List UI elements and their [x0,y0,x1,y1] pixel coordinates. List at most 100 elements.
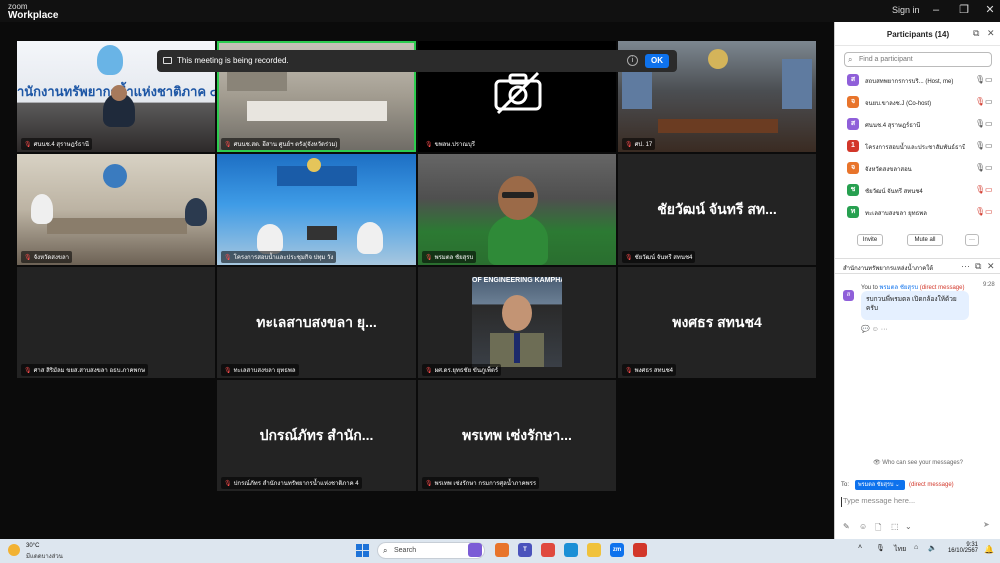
mic-icon[interactable]: 🎙 [876,544,885,552]
participant-name: จนยบ.ขาลงช.J (Co-host) [865,101,932,107]
zoom-app-icon[interactable]: zm [610,543,624,557]
avatar: 1 [847,140,859,152]
mic-muted-icon: 🎙 [625,368,633,374]
participant-row[interactable]: ส ศนนช.4 สุราษฎร์ธานี 🎙 ▭ [843,114,995,134]
who-can-see-link[interactable]: 👁 Who can see your messages? [835,459,1000,466]
mic-muted-icon: 🎙 [425,368,433,374]
side-panel: Participants (14) ⧉ ✕ ⌕ Find a participa… [834,22,1000,539]
close-chat-icon[interactable]: ✕ [987,261,995,272]
chat-title: สำนักงานทรัพยากรแหล่งน้ำภาคใต้ [843,266,934,272]
mic-icon: 🎙 [975,163,986,172]
video-icon: ▭ [985,163,993,172]
participant-row[interactable]: 1 โครงการสอบน้ำและประชาสัมพันธ์ธานี 🎙 ▭ [843,136,995,156]
chrome-app-icon[interactable] [541,543,555,557]
mic-muted-icon: 🎙 [24,255,32,261]
participant-name: ทะเลสาบสงขลา ยุทธพล [865,211,927,217]
emblem [103,164,127,188]
video-icon: ▭ [985,75,993,84]
emoji-icon[interactable]: ☺ [859,522,867,531]
mic-icon: 🎙 [975,141,986,150]
video-tile[interactable]: ชัยวัฒน์ จันทรี สท... 🎙 ชัยวัฒน์ จันทรี ส… [618,154,816,265]
screenshot-icon[interactable]: ⬚ [891,522,899,531]
invite-button[interactable]: Invite [857,234,883,246]
mic-muted-icon: 🎙 [24,142,32,148]
participant-row[interactable]: ท ทะเลสาบสงขลา ยุทธพล 🎙 ▭ [843,202,995,222]
reaction-icons[interactable]: 💬 ☺ ··· [861,325,888,333]
person [185,198,207,226]
participant-row[interactable]: ช ชัยวัฒน์ จันทรี สทนช4 🎙 ▭ [843,180,995,200]
pdf-app-icon[interactable] [633,543,647,557]
format-icon[interactable]: ✎ [843,522,850,531]
window [782,59,812,109]
participant-label: พงศธร สทนช4 [672,313,762,330]
video-tile[interactable]: 🎙 จังหวัดสงขลา [17,154,215,265]
pop-out-icon[interactable]: ⧉ [975,261,981,272]
sign-in-button[interactable]: Sign in [892,5,920,15]
search-label: Search [394,547,417,554]
video-tile[interactable]: 🎙 พรมตล ชัยสุรบ [418,154,616,265]
video-tile[interactable]: 🎙 โครงการสอบน้ำและประชุมกิจ ปทุม วัง [217,154,416,265]
video-tile[interactable]: ปกรณ์ภัทร สำนัก... 🎙 ปกรณ์ภัทร สำนักงานทร… [217,380,416,491]
minimize-icon[interactable]: – [928,3,944,17]
video-off-icon: ▭ [985,185,993,194]
network-icon[interactable]: ⌂ [914,544,918,551]
chevron-up-icon[interactable]: ˄ [858,544,862,551]
video-tile[interactable]: พรเทพ เซ่งรักษา... 🎙 พรเทพ เซ่งรักษา กรมก… [418,380,616,491]
mute-all-button[interactable]: Mute all [907,234,943,246]
mic-muted-icon: 🎙 [975,97,986,106]
maximize-icon[interactable]: ❐ [956,3,972,17]
edge-app-icon[interactable] [564,543,578,557]
tile-name: 🎙 ชัยวัฒน์ จันทรี สทนช4 [622,251,696,263]
chat-header: สำนักงานทรัพยากรแหล่งน้ำภาคใต้ ··· ⧉ ✕ [835,258,1000,274]
participant-row[interactable]: ส สถบสทพยากรการบริ... (Host, me) 🎙 ▭ [843,70,995,90]
info-icon[interactable]: i [627,55,638,66]
person [357,222,383,254]
volume-icon[interactable]: 🔈 [928,544,937,552]
mic-muted-icon: 🎙 [224,481,232,487]
recipient-dropdown[interactable]: พรมตล ชัยสุรบ ⌄ [855,480,905,490]
video-tile[interactable]: 🎙 ศาส สิริมัลม ขยส.สาบสงขลา อธบ.ภาคพกษ [17,267,215,378]
video-tile[interactable]: พงศธร สทนช4 🎙 พงศธร สทนช4 [618,267,816,378]
chevron-down-icon[interactable]: ⌄ [905,522,912,531]
video-tile[interactable]: ทะเลสาบสงขลา ยุ... 🎙 ทะเลสาบสงขลา ยุทธพล [217,267,416,378]
tile-name: 🎙 จังหวัดสงขลา [21,251,73,263]
send-icon[interactable]: ➤ [983,520,995,532]
table [47,218,187,234]
to-label: To: [841,482,850,488]
participant-label: ปกรณ์ภัทร สำนัก... [259,426,374,443]
tile-name: 🎙 ผศ.ดร.ยุทธชัย ขันภูเพ็ตร์ [422,364,502,376]
participant-label: ทะเลสาบสงขลา ยุ... [256,313,377,330]
mic-muted-icon: 🎙 [224,255,232,261]
recording-ok-button[interactable]: OK [645,54,669,68]
search-icon: ⌕ [848,55,853,64]
close-panel-icon[interactable]: ✕ [987,28,995,39]
chat-input[interactable]: Type message here... [841,496,993,510]
emblem [307,158,321,172]
more-button[interactable]: ··· [965,234,979,246]
widgets-app-icon[interactable] [495,543,509,557]
video-tile[interactable]: OF ENGINEERING KAMPHAENG 🎙ผศ.ดร.ยุทธชัย … [418,267,616,378]
clock[interactable]: 9:31 16/10/2567 [946,542,978,554]
participant-name: โครงการสอบน้ำและประชาสัมพันธ์ธานี [865,145,965,151]
title-bar: zoom Workplace Sign in – ❐ ✕ [0,0,1000,22]
participants-header: Participants (14) ⧉ ✕ [835,22,1000,46]
file-explorer-icon[interactable] [587,543,601,557]
more-icon[interactable]: ··· [961,261,970,271]
participant-row[interactable]: จ จังหวัดสงขลาสอน 🎙 ▭ [843,158,995,178]
windows-start-icon[interactable] [356,544,369,557]
copilot-app-icon[interactable] [468,543,482,557]
sun-icon [8,544,20,556]
file-icon[interactable]: 🗋 [875,522,881,536]
pop-out-icon[interactable]: ⧉ [973,28,979,39]
participant-actions: Invite Mute all ··· [835,234,1000,254]
language-indicator[interactable]: ไทย [894,544,906,555]
eye-icon: 👁 [872,460,883,466]
notification-icon[interactable]: 🔔 [984,545,994,554]
participant-row[interactable]: จ จนยบ.ขาลงช.J (Co-host) 🎙 ▭ [843,92,995,112]
find-participant-input[interactable]: ⌕ Find a participant [844,52,992,67]
person [488,214,548,265]
teams-app-icon[interactable]: T [518,543,532,557]
participant-label: ชัยวัฒน์ จันทรี สท... [657,200,777,217]
close-icon[interactable]: ✕ [982,3,998,17]
mic-muted-icon: 🎙 [425,142,433,148]
